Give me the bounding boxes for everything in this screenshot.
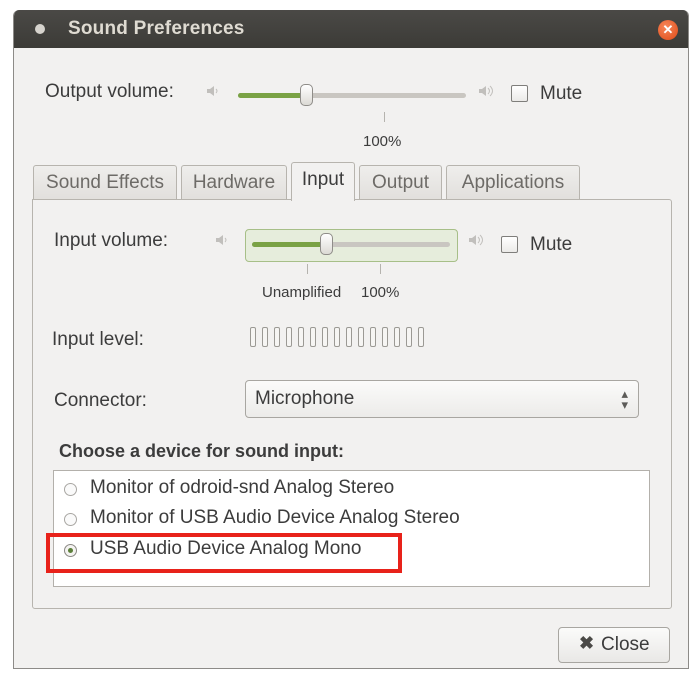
window-menu-icon[interactable] (35, 24, 45, 34)
device-radio[interactable] (64, 483, 77, 496)
speaker-low-icon (207, 86, 218, 96)
level-segment (262, 327, 268, 347)
output-volume-label: Output volume: (45, 81, 174, 102)
annotation-highlight-box (46, 533, 402, 573)
tab-input[interactable]: Input (291, 162, 355, 201)
output-100-tick (384, 112, 385, 122)
connector-label: Connector: (54, 390, 147, 411)
close-button[interactable]: ✖ Close (558, 627, 670, 663)
input-volume-slider-handle[interactable] (320, 233, 334, 255)
speaker-low-icon (216, 235, 227, 245)
unamplified-label: Unamplified (262, 284, 342, 301)
tab-sound-effects[interactable]: Sound Effects (33, 165, 177, 200)
input-mute-checkbox[interactable] (501, 236, 518, 253)
level-segment (418, 327, 424, 347)
level-segment (310, 327, 316, 347)
close-icon: ✖ (579, 633, 595, 653)
tab-output[interactable]: Output (359, 165, 442, 200)
close-window-icon[interactable]: ✕ (658, 20, 678, 40)
level-segment (370, 327, 376, 347)
connector-dropdown[interactable]: Microphone ▴ ▾ (245, 380, 639, 418)
list-item[interactable]: Monitor of odroid-snd Analog Stereo (54, 476, 649, 506)
connector-value: Microphone (255, 388, 355, 409)
level-segment (358, 327, 364, 347)
device-label: Monitor of odroid-snd Analog Stereo (90, 477, 395, 498)
title-bar: Sound Preferences ✕ (14, 10, 688, 48)
input-volume-fill (252, 242, 327, 247)
speaker-high-icon (479, 85, 493, 97)
level-segment (346, 327, 352, 347)
level-segment (286, 327, 292, 347)
level-segment (298, 327, 304, 347)
device-label: Monitor of USB Audio Device Analog Stere… (90, 507, 460, 528)
input-volume-label: Input volume: (54, 230, 169, 251)
tab-applications[interactable]: Applications (446, 165, 580, 200)
output-mute-checkbox[interactable] (511, 85, 528, 102)
input-mute-label[interactable]: Mute (530, 234, 572, 256)
device-radio[interactable] (64, 513, 77, 526)
level-segment (250, 327, 256, 347)
output-volume-fill (238, 93, 307, 98)
level-segment (406, 327, 412, 347)
output-100-label: 100% (363, 133, 402, 150)
input-level-meter (250, 327, 430, 349)
window-title: Sound Preferences (68, 18, 245, 39)
output-volume-slider-handle[interactable] (300, 84, 314, 106)
level-segment (274, 327, 280, 347)
input-100-label: 100% (361, 284, 400, 301)
list-item[interactable]: Monitor of USB Audio Device Analog Stere… (54, 506, 649, 536)
tab-hardware[interactable]: Hardware (181, 165, 287, 200)
speaker-high-icon (469, 234, 483, 246)
level-segment (334, 327, 340, 347)
close-button-label: Close (601, 634, 650, 655)
unamplified-tick (307, 264, 308, 274)
input-100-tick (380, 264, 381, 274)
device-chooser-heading: Choose a device for sound input: (59, 441, 345, 461)
chevron-updown-icon: ▴ ▾ (621, 386, 628, 412)
level-segment (382, 327, 388, 347)
level-segment (394, 327, 400, 347)
output-mute-label[interactable]: Mute (540, 83, 582, 105)
input-level-label: Input level: (52, 329, 144, 350)
level-segment (322, 327, 328, 347)
